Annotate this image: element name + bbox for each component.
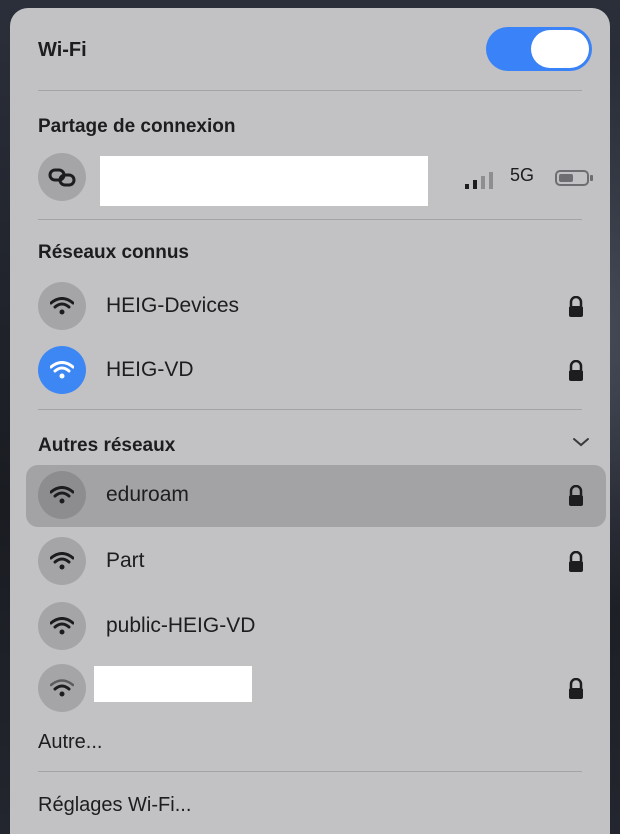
- wifi-toggle-knob: [531, 30, 589, 68]
- lock-icon: [569, 551, 583, 572]
- network-row-public-heig-vd[interactable]: public-HEIG-VD: [10, 602, 610, 652]
- wifi-signal-icon-container: [38, 664, 86, 712]
- hotspot-row[interactable]: [38, 153, 86, 201]
- lock-icon: [569, 296, 583, 317]
- wifi-icon: [50, 486, 74, 504]
- battery-icon: [555, 170, 593, 186]
- redacted-hotspot-name: [100, 156, 428, 206]
- separator: [38, 90, 582, 91]
- network-row-hidden[interactable]: [10, 664, 610, 714]
- network-name: Part: [106, 549, 145, 572]
- known-networks-title: Réseaux connus: [38, 242, 189, 263]
- hotspot-section-title: Partage de connexion: [38, 116, 236, 137]
- link-icon: [48, 168, 76, 187]
- network-row-heig-devices[interactable]: HEIG-Devices: [10, 282, 610, 332]
- redacted-network-name: [94, 666, 252, 702]
- network-name: public-HEIG-VD: [106, 614, 256, 637]
- wifi-title: Wi-Fi: [38, 39, 87, 61]
- other-network-item[interactable]: Autre...: [38, 731, 102, 754]
- network-row-eduroam[interactable]: eduroam: [10, 471, 610, 521]
- network-name: HEIG-Devices: [106, 294, 240, 317]
- chevron-down-icon[interactable]: [572, 436, 590, 448]
- lock-icon: [569, 485, 583, 506]
- lock-icon: [569, 678, 583, 699]
- wifi-toggle[interactable]: [486, 27, 592, 71]
- separator: [38, 409, 582, 410]
- separator: [38, 219, 582, 220]
- cellular-signal-icon: [465, 172, 493, 189]
- network-row-part[interactable]: Part: [10, 537, 610, 587]
- wifi-weak-icon: [50, 679, 74, 697]
- network-name: HEIG-VD: [106, 358, 194, 381]
- network-name: eduroam: [106, 483, 189, 506]
- wifi-icon: [50, 297, 74, 315]
- wifi-signal-icon-container: [38, 537, 86, 585]
- network-row-heig-vd[interactable]: HEIG-VD: [10, 346, 610, 396]
- wifi-icon: [50, 617, 74, 635]
- lock-icon: [569, 360, 583, 381]
- wifi-signal-icon-container: [38, 282, 86, 330]
- wifi-icon: [50, 552, 74, 570]
- other-networks-title: Autres réseaux: [38, 435, 176, 456]
- separator: [38, 771, 582, 772]
- wifi-signal-icon-container: [38, 346, 86, 394]
- wifi-icon: [50, 361, 74, 379]
- wifi-menu-panel: Wi-Fi Partage de connexion 5G Réseaux co…: [10, 8, 610, 834]
- network-type-label: 5G: [510, 165, 535, 185]
- wifi-settings-item[interactable]: Réglages Wi-Fi...: [38, 794, 191, 817]
- wifi-signal-icon-container: [38, 471, 86, 519]
- wifi-signal-icon-container: [38, 602, 86, 650]
